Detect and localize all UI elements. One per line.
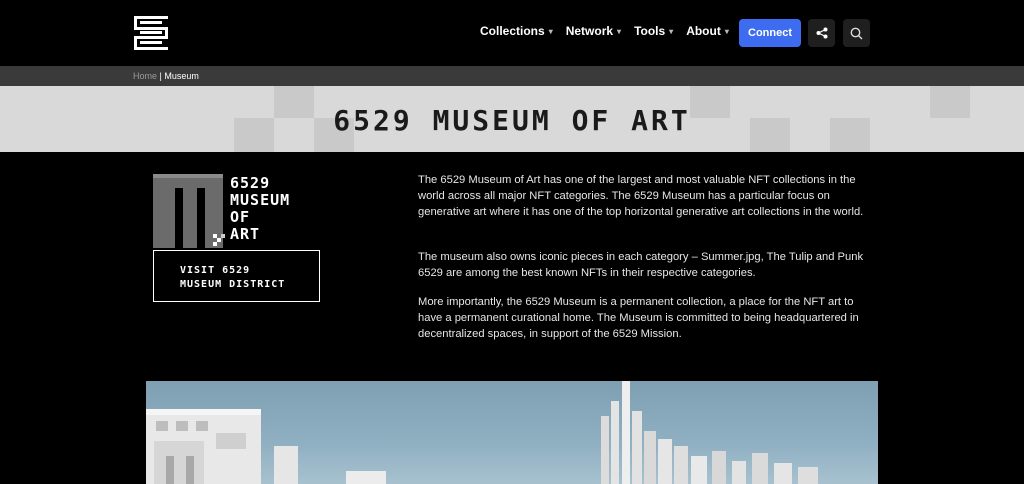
breadcrumb-home[interactable]: Home <box>133 71 157 81</box>
title-banner: 6529 MUSEUM OF ART <box>0 86 1024 152</box>
breadcrumb: Home | Museum <box>133 71 199 81</box>
nav-label: Network <box>565 24 614 38</box>
share-icon <box>816 27 827 39</box>
share-button[interactable] <box>808 19 835 47</box>
chevron-down-icon: ▾ <box>724 26 729 36</box>
nav-tools[interactable]: Tools ▾ <box>634 24 673 38</box>
chevron-down-icon: ▾ <box>548 26 553 36</box>
page-title: 6529 MUSEUM OF ART <box>333 104 691 137</box>
breadcrumb-bar: Home | Museum <box>0 66 1024 86</box>
logo-line: 6529 <box>230 174 271 192</box>
nav-label: Collections <box>480 24 545 38</box>
connect-button[interactable]: Connect <box>739 19 801 47</box>
site-logo[interactable] <box>134 16 168 50</box>
6529-logo-icon <box>134 16 168 50</box>
chevron-down-icon: ▾ <box>617 26 622 36</box>
nav-about[interactable]: About ▾ <box>686 24 729 38</box>
nav-label: Tools <box>634 24 666 38</box>
visit-museum-district-button[interactable]: VISIT 6529 MUSEUM DISTRICT <box>153 250 320 302</box>
museum-district-image <box>146 381 878 484</box>
visit-line-2: MUSEUM DISTRICT <box>180 279 286 290</box>
nav-network[interactable]: Network ▾ <box>566 24 621 38</box>
intro-paragraph-3: More importantly, the 6529 Museum is a p… <box>418 296 859 340</box>
museum-logo-text: 6529 MUSEUM OF ART <box>230 175 290 243</box>
breadcrumb-current: Museum <box>164 71 199 81</box>
nav-collections[interactable]: Collections ▾ <box>480 24 553 38</box>
search-button[interactable] <box>843 19 870 47</box>
main-nav: Collections ▾ Network ▾ Tools ▾ About ▾ <box>480 24 742 38</box>
intro-paragraph-1: The 6529 Museum of Art has one of the la… <box>418 174 864 218</box>
chevron-down-icon: ▾ <box>669 26 674 36</box>
search-icon <box>850 27 863 39</box>
nav-label: About <box>686 24 721 38</box>
site-header: Collections ▾ Network ▾ Tools ▾ About ▾ … <box>0 0 1024 66</box>
logo-line: ART <box>230 225 261 243</box>
intro-paragraph-2: The museum also owns iconic pieces in ea… <box>418 251 864 279</box>
museum-m-icon <box>153 174 225 248</box>
logo-line: MUSEUM <box>230 191 291 209</box>
visit-button-label: VISIT 6529 MUSEUM DISTRICT <box>180 264 285 292</box>
visit-line-1: VISIT 6529 <box>180 265 251 276</box>
museum-buildings-illustration <box>146 381 818 484</box>
logo-line: OF <box>230 208 251 226</box>
